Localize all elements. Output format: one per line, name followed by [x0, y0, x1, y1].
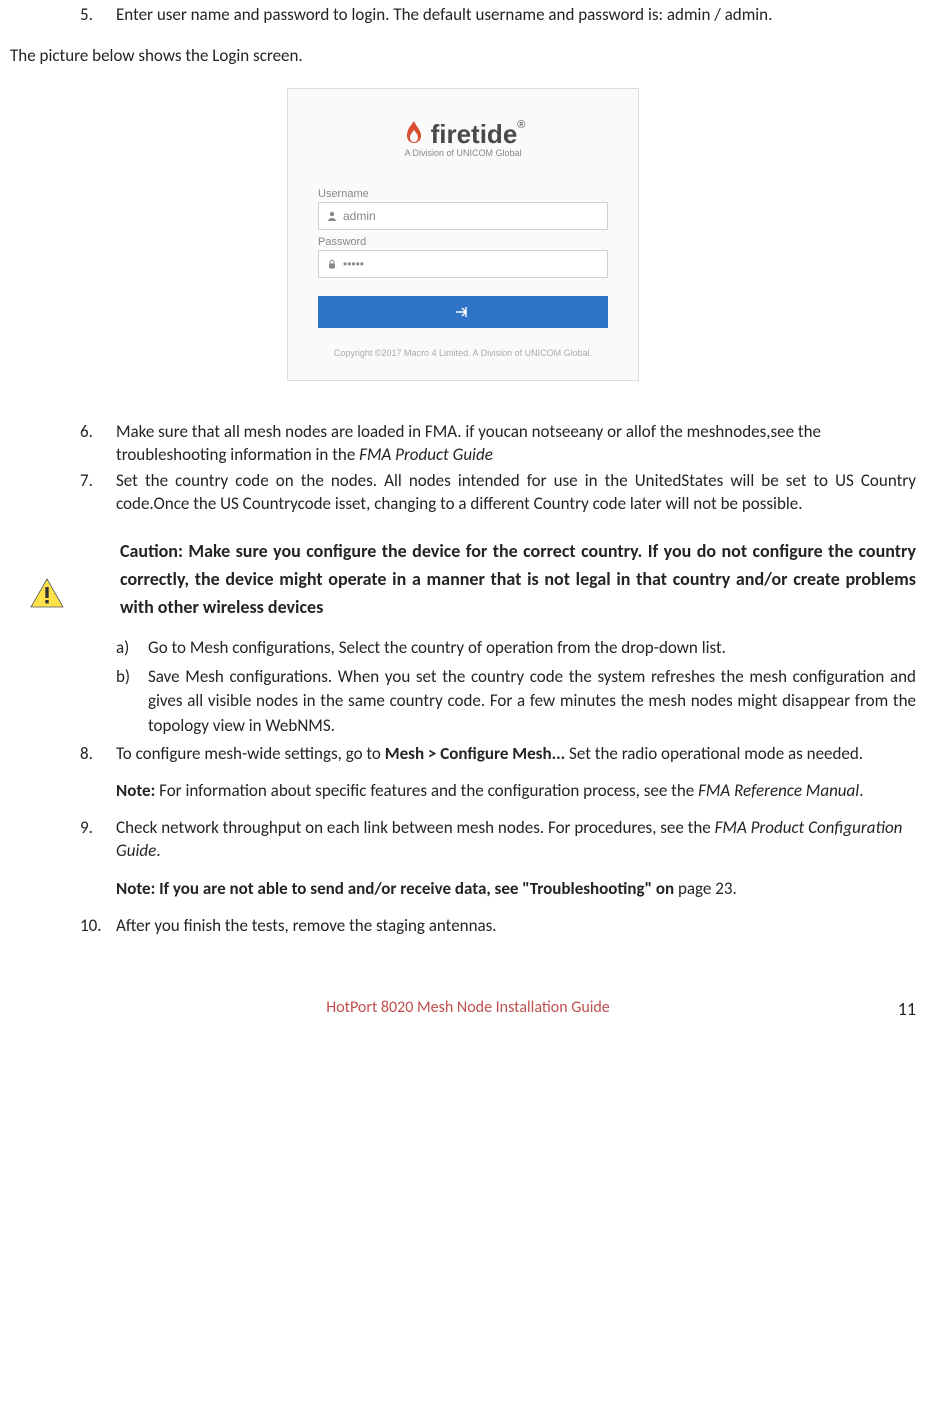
list-text: To configure mesh-wide settings, go to M…	[116, 743, 916, 766]
registered-mark: ®	[517, 119, 525, 131]
brand-block: firetide® A Division of UNICOM Global	[318, 119, 608, 158]
paragraph: The picture below shows the Login screen…	[10, 45, 916, 68]
page-number: 11	[898, 998, 916, 1020]
sublist-letter: b)	[116, 665, 148, 739]
username-input[interactable]: admin	[318, 202, 608, 230]
note-bold: Note: If you are not able to send and/or…	[116, 878, 674, 899]
brand-subtitle: A Division of UNICOM Global	[318, 148, 608, 158]
brand-name: firetide	[431, 119, 518, 149]
text-run: .	[859, 780, 863, 801]
list-item-6: 6. Make sure that all mesh nodes are loa…	[80, 421, 916, 467]
list-number: 10.	[80, 915, 116, 938]
list-item-10: 10. After you finish the tests, remove t…	[80, 915, 916, 938]
list-item-9: 9. Check network throughput on each link…	[80, 817, 916, 863]
screenshot-copyright: Copyright ©2017 Macro 4 Limited. A Divis…	[318, 348, 608, 360]
caution-text: Caution: Make sure you configure the dev…	[120, 538, 916, 622]
login-screenshot: firetide® A Division of UNICOM Global Us…	[287, 88, 639, 381]
sublist-item-b: b) Save Mesh configurations. When you se…	[116, 665, 916, 739]
warning-icon	[30, 578, 64, 608]
list-number: 5.	[80, 4, 116, 27]
password-label: Password	[318, 236, 608, 248]
login-arrow-icon	[456, 306, 470, 318]
list-number: 9.	[80, 817, 116, 863]
password-value: •••••	[343, 257, 364, 271]
sublist-text: Go to Mesh configurations, Select the co…	[148, 636, 916, 661]
list-text: Enter user name and password to login. T…	[116, 4, 916, 27]
list-text: Check network throughput on each link be…	[116, 817, 916, 863]
text-bold: Mesh > Configure Mesh...	[385, 743, 565, 764]
login-button[interactable]	[318, 296, 608, 328]
list-text: After you finish the tests, remove the s…	[116, 915, 916, 938]
list-number: 8.	[80, 743, 116, 766]
note-block-2: Note: If you are not able to send and/or…	[116, 877, 916, 901]
warning-icon-container	[10, 538, 120, 608]
sublist-text: Save Mesh configurations. When you set t…	[148, 665, 916, 739]
list-number: 7.	[80, 470, 116, 516]
list-text: Make sure that all mesh nodes are loaded…	[116, 421, 916, 467]
sublist-item-a: a) Go to Mesh configurations, Select the…	[116, 636, 916, 661]
text-run: To configure mesh-wide settings, go to	[116, 743, 385, 764]
flame-icon	[401, 119, 427, 149]
text-italic: FMA Product Guide	[359, 444, 493, 465]
list-item-8: 8. To configure mesh-wide settings, go t…	[80, 743, 916, 766]
text-italic: FMA Reference Manual	[698, 780, 859, 801]
sublist-letter: a)	[116, 636, 148, 661]
list-text: Set the country code on the nodes. All n…	[116, 470, 916, 516]
footer-title: HotPort 8020 Mesh Node Installation Guid…	[0, 998, 936, 1017]
list-item-7: 7. Set the country code on the nodes. Al…	[80, 470, 916, 516]
username-label: Username	[318, 188, 608, 200]
text-run: Check network throughput on each link be…	[116, 817, 715, 838]
lock-icon	[327, 259, 337, 269]
username-value: admin	[343, 209, 376, 223]
password-input[interactable]: •••••	[318, 250, 608, 278]
text-run: For information about specific features …	[155, 780, 698, 801]
note-block-1: Note: For information about specific fea…	[116, 779, 916, 803]
text-run: Set the radio operational mode as needed…	[565, 743, 863, 764]
note-label: Note:	[116, 780, 155, 801]
list-item-5: 5. Enter user name and password to login…	[80, 4, 916, 27]
user-icon	[327, 211, 337, 221]
text-run: .	[156, 840, 160, 861]
caution-block: Caution: Make sure you configure the dev…	[10, 538, 916, 622]
text-run: page 23.	[674, 878, 737, 899]
page-footer: HotPort 8020 Mesh Node Installation Guid…	[0, 998, 936, 1028]
list-number: 6.	[80, 421, 116, 467]
